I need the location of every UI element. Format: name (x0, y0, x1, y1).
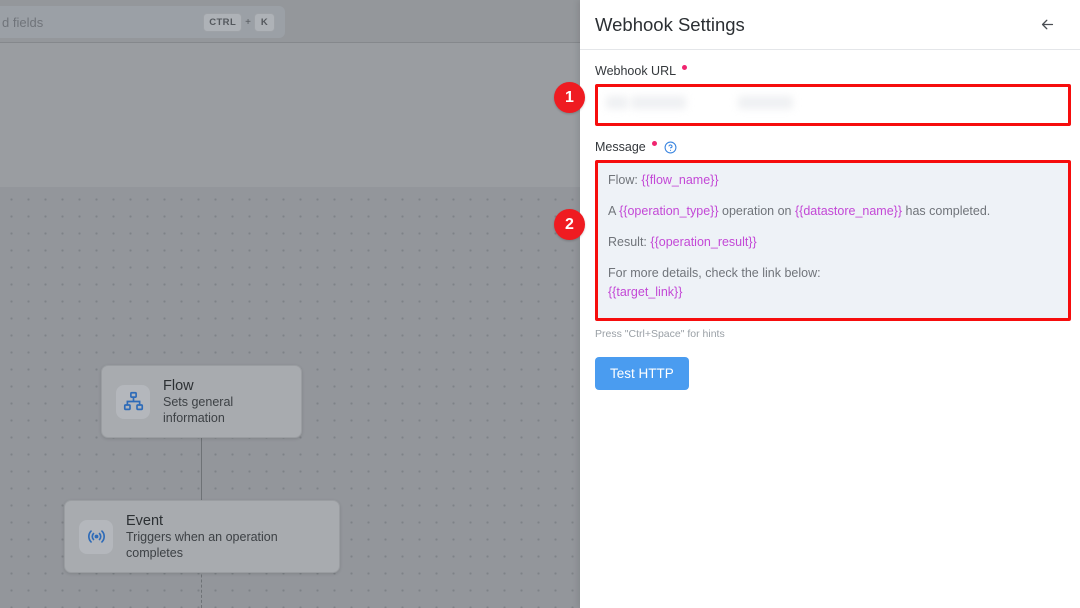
webhook-url-label: Webhook URL (595, 64, 677, 78)
annotation-badge-2: 2 (554, 209, 585, 240)
required-indicator-url (682, 65, 688, 70)
annotation-badge-1: 1 (554, 82, 585, 113)
webhook-settings-panel: Webhook Settings Webhook URL Message Flo… (580, 0, 1080, 608)
message-line-2-middle: operation on (718, 203, 795, 218)
search-field[interactable]: d fields CTRL + K (0, 6, 285, 38)
event-node-card[interactable]: Event Triggers when an operation complet… (64, 500, 340, 574)
message-label: Message (595, 140, 646, 154)
broadcast-icon (79, 519, 113, 554)
canvas-topbar: d fields CTRL + K (0, 0, 580, 43)
question-circle-icon[interactable] (664, 141, 677, 154)
flow-node-card[interactable]: Flow Sets general information (101, 365, 302, 439)
panel-header: Webhook Settings (580, 0, 1080, 50)
message-line-2: A {{operation_type}} operation on {{data… (608, 203, 1058, 220)
variable-operation-result: {{operation_result}} (650, 234, 757, 249)
redacted-url-part-3 (738, 96, 793, 109)
arrow-left-icon[interactable] (1034, 12, 1060, 38)
message-line-5: {{target_link}} (608, 284, 1058, 301)
editor-hint: Press "Ctrl+Space" for hints (595, 328, 725, 340)
flow-node-subtitle: Sets general information (163, 395, 234, 425)
message-line-1: Flow: {{flow_name}} (608, 172, 1058, 189)
variable-datastore-name: {{datastore_name}} (794, 203, 903, 218)
event-node-subtitle: Triggers when an operation completes (126, 530, 278, 560)
message-line-1-text: Flow: (608, 173, 642, 187)
variable-target-link: {{target_link}} (608, 284, 683, 299)
message-line-4: For more details, check the link below: (608, 265, 1058, 282)
message-editor[interactable]: Flow: {{flow_name}} A {{operation_type}}… (598, 163, 1068, 318)
flow-node-title: Flow (163, 378, 194, 394)
message-line-3: Result: {{operation_result}} (608, 234, 1058, 251)
redacted-url-part-1 (606, 96, 628, 109)
test-http-button[interactable]: Test HTTP (595, 357, 689, 390)
webhook-url-label-row: Webhook URL (595, 64, 1065, 78)
message-line-4-text: For more details, check the link below: (608, 265, 821, 280)
panel-body: Webhook URL Message Flow: {{flow_name}} … (580, 50, 1080, 390)
shortcut-key-k: K (254, 12, 275, 32)
message-field[interactable]: Flow: {{flow_name}} A {{operation_type}}… (595, 160, 1071, 321)
flow-canvas: Flow Sets general information Event Trig… (0, 0, 580, 608)
canvas-upper-band (0, 44, 580, 187)
message-line-3-text: Result: (608, 234, 651, 249)
message-line-2-prefix: A (608, 203, 620, 218)
shortcut-key-ctrl: CTRL (203, 12, 243, 32)
webhook-url-field[interactable] (595, 84, 1071, 126)
variable-operation-type: {{operation_type}} (619, 203, 719, 218)
required-indicator-message (651, 141, 657, 146)
sitemap-icon (116, 384, 150, 419)
webhook-url-input[interactable] (598, 87, 1068, 123)
search-input[interactable]: d fields (0, 15, 203, 30)
message-label-row: Message (595, 140, 1065, 154)
shortcut-plus: + (245, 16, 251, 28)
message-line-2-suffix: has completed. (902, 203, 991, 218)
variable-flow-name: {{flow_name}} (641, 173, 719, 187)
event-node-title: Event (126, 513, 164, 529)
redacted-url-part-2 (631, 96, 686, 109)
page-title: Webhook Settings (595, 13, 745, 35)
